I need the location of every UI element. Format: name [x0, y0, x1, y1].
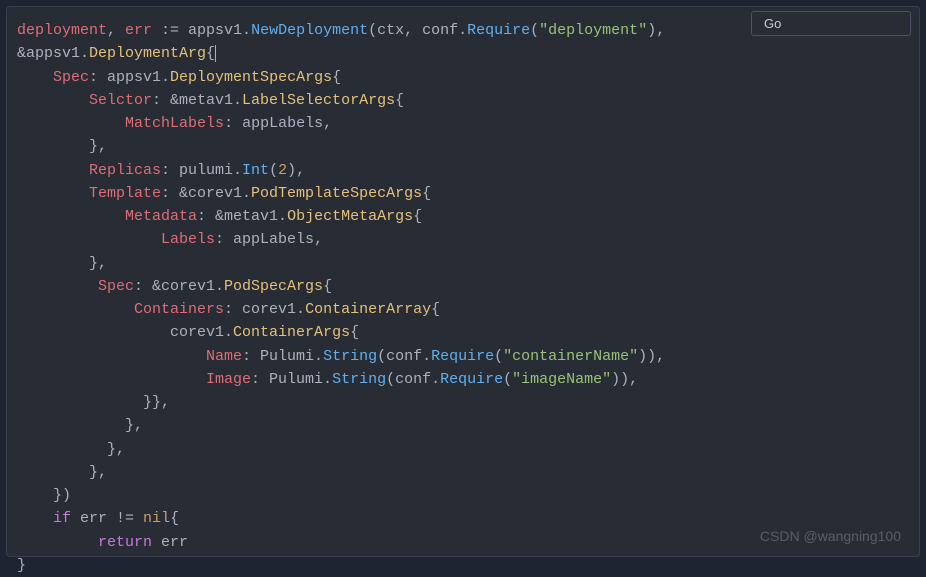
- code-token: },: [17, 417, 143, 434]
- watermark: CSDN @wangning100: [760, 528, 901, 544]
- code-token: 2: [278, 162, 287, 179]
- code-token: }},: [17, 394, 170, 411]
- code-token: {: [350, 324, 359, 341]
- code-token: Labels: [161, 231, 215, 248]
- code-token: : &corev1.: [134, 278, 224, 295]
- code-token: Require: [467, 22, 530, 39]
- code-token: : &metav1.: [197, 208, 287, 225]
- code-token: MatchLabels: [125, 115, 224, 132]
- code-token: [17, 69, 53, 86]
- code-token: {: [395, 92, 404, 109]
- code-token: },: [17, 464, 107, 481]
- code-token: (: [494, 348, 503, 365]
- code-token: PodSpecArgs: [224, 278, 323, 295]
- code-token: ),: [287, 162, 305, 179]
- code-token: NewDeployment: [251, 22, 368, 39]
- code-token: [17, 115, 125, 132]
- code-token: {: [413, 208, 422, 225]
- code-token: [17, 348, 206, 365]
- code-token: [17, 162, 89, 179]
- code-token: err !=: [71, 510, 143, 527]
- code-token: (conf.: [386, 371, 440, 388]
- code-token: (: [269, 162, 278, 179]
- code-token: Image: [206, 371, 251, 388]
- code-token: DeploymentSpecArgs: [170, 69, 332, 86]
- code-token: ContainerArray: [305, 301, 431, 318]
- code-token: "deployment": [539, 22, 647, 39]
- code-token: }: [17, 557, 26, 574]
- code-token: return: [98, 534, 152, 551]
- code-token: : Pulumi.: [251, 371, 332, 388]
- code-token: (: [503, 371, 512, 388]
- code-token: [17, 510, 53, 527]
- code-token: : appsv1.: [89, 69, 170, 86]
- code-token: err: [125, 22, 152, 39]
- code-token: }): [17, 487, 71, 504]
- code-token: Selctor: [89, 92, 152, 109]
- code-token: corev1.: [17, 324, 233, 341]
- code-token: ),: [647, 22, 665, 39]
- code-token: },: [17, 441, 125, 458]
- code-token: Int: [242, 162, 269, 179]
- code-token: )),: [638, 348, 665, 365]
- code-token: err: [152, 534, 188, 551]
- code-block: Go deployment, err := appsv1.NewDeployme…: [6, 6, 920, 557]
- code-token: if: [53, 510, 71, 527]
- code-token: Require: [440, 371, 503, 388]
- code-token: ObjectMetaArgs: [287, 208, 413, 225]
- code-token: Template: [89, 185, 161, 202]
- code-token: LabelSelectorArgs: [242, 92, 395, 109]
- code-token: {: [206, 45, 215, 62]
- code-token: Spec: [53, 69, 89, 86]
- code-token: &appsv1.: [17, 45, 89, 62]
- code-token: String: [323, 348, 377, 365]
- code-token: : &corev1.: [161, 185, 251, 202]
- text-cursor: [215, 45, 216, 62]
- code-token: {: [332, 69, 341, 86]
- code-token: (: [530, 22, 539, 39]
- code-token: [17, 534, 98, 551]
- code-token: Replicas: [89, 162, 161, 179]
- code-token: Metadata: [125, 208, 197, 225]
- code-token: },: [17, 138, 107, 155]
- code-token: {: [431, 301, 440, 318]
- code-token: Spec: [98, 278, 134, 295]
- code-token: String: [332, 371, 386, 388]
- code-token: ,: [107, 22, 125, 39]
- code-token: "containerName": [503, 348, 638, 365]
- code-token: Name: [206, 348, 242, 365]
- code-token: : corev1.: [224, 301, 305, 318]
- code-token: [17, 185, 89, 202]
- code-token: Require: [431, 348, 494, 365]
- code-token: : appLabels,: [224, 115, 332, 132]
- code-token: DeploymentArg: [89, 45, 206, 62]
- language-badge: Go: [751, 11, 911, 36]
- code-token: Containers: [134, 301, 224, 318]
- code-token: := appsv1.: [152, 22, 251, 39]
- code-token: [17, 301, 134, 318]
- code-token: : Pulumi.: [242, 348, 323, 365]
- code-token: {: [323, 278, 332, 295]
- code-token: deployment: [17, 22, 107, 39]
- code-content: deployment, err := appsv1.NewDeployment(…: [17, 19, 909, 577]
- code-token: ContainerArgs: [233, 324, 350, 341]
- code-token: [17, 231, 161, 248]
- code-token: (conf.: [377, 348, 431, 365]
- code-token: "imageName": [512, 371, 611, 388]
- code-token: {: [170, 510, 179, 527]
- code-token: [17, 208, 125, 225]
- code-token: : appLabels,: [215, 231, 323, 248]
- code-token: },: [17, 255, 107, 272]
- code-token: [17, 371, 206, 388]
- code-token: nil: [143, 510, 170, 527]
- code-token: )),: [611, 371, 638, 388]
- code-token: {: [422, 185, 431, 202]
- code-token: PodTemplateSpecArgs: [251, 185, 422, 202]
- code-token: (ctx, conf.: [368, 22, 467, 39]
- code-token: [17, 92, 89, 109]
- code-token: : &metav1.: [152, 92, 242, 109]
- code-token: : pulumi.: [161, 162, 242, 179]
- code-token: [17, 278, 98, 295]
